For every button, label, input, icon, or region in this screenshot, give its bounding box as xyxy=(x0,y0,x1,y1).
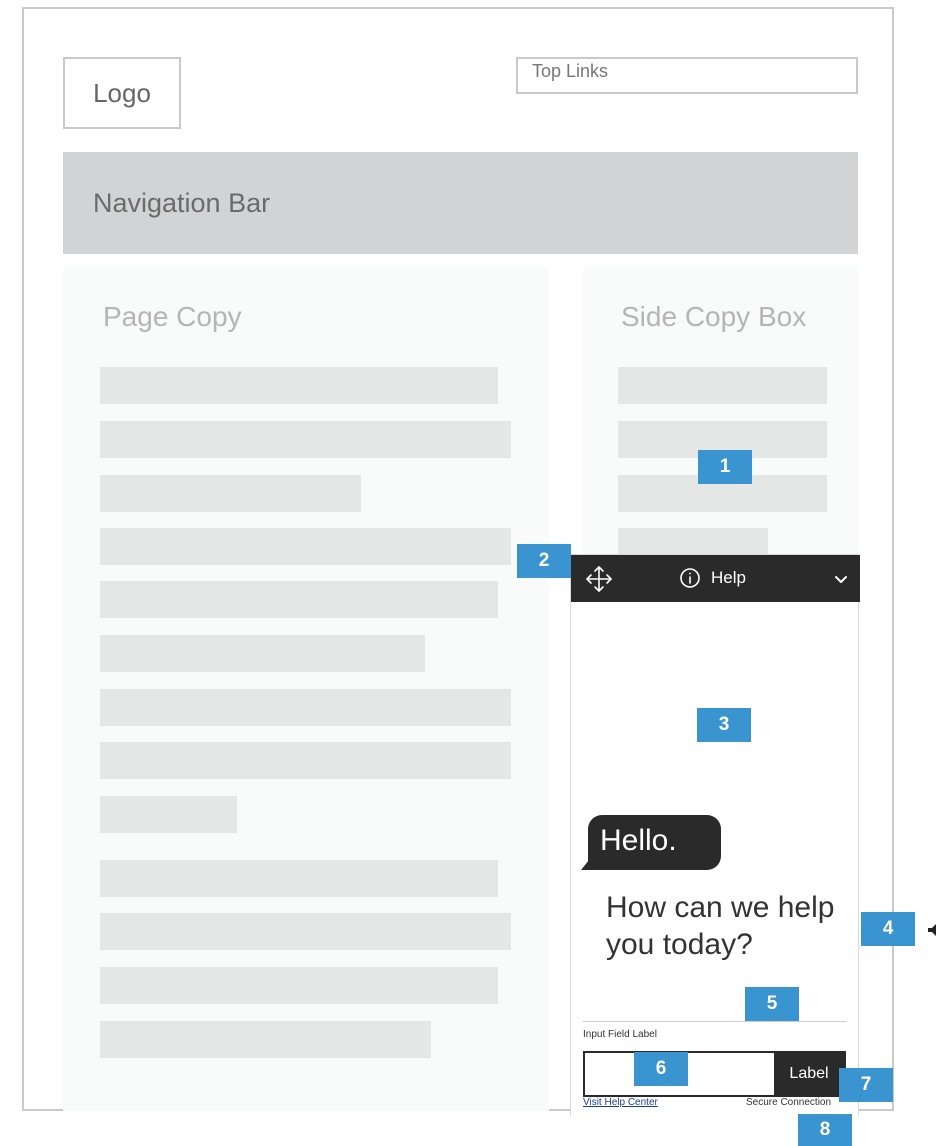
help-title-label: Help xyxy=(711,568,746,587)
copy-line xyxy=(100,796,237,833)
top-links[interactable]: Top Links xyxy=(516,57,858,94)
arrow-left-icon xyxy=(928,924,936,936)
copy-line xyxy=(100,367,498,404)
callout-7: 7 xyxy=(839,1068,893,1102)
copy-line xyxy=(100,913,511,950)
info-icon xyxy=(680,568,700,588)
chat-input-group: Label xyxy=(583,1051,846,1097)
visit-help-center-link[interactable]: Visit Help Center xyxy=(583,1097,658,1108)
copy-line xyxy=(100,742,511,779)
page-copy-title: Page Copy xyxy=(103,301,242,332)
widget-header: Help xyxy=(571,555,860,602)
copy-line xyxy=(100,421,511,458)
help-title: Help xyxy=(679,567,746,589)
callout-4: 4 xyxy=(861,912,915,946)
copy-line xyxy=(100,581,498,618)
bubble-tail xyxy=(581,855,593,870)
callout-1: 1 xyxy=(698,450,752,484)
send-button[interactable]: Label xyxy=(774,1053,844,1095)
logo[interactable]: Logo xyxy=(63,57,181,129)
callout-3: 3 xyxy=(697,708,751,742)
page-copy: Page Copy xyxy=(63,267,549,1111)
copy-line xyxy=(100,860,498,897)
side-copy-title: Side Copy Box xyxy=(621,301,807,332)
callout-5: 5 xyxy=(745,987,799,1021)
navigation-bar[interactable]: Navigation Bar xyxy=(63,152,858,254)
copy-line xyxy=(100,1021,431,1058)
input-field-label: Input Field Label xyxy=(583,1029,657,1040)
callout-2: 2 xyxy=(517,544,571,578)
greeting-bubble: Hello. xyxy=(588,815,721,870)
secure-connection-text: Secure Connection xyxy=(746,1097,832,1108)
prompt-message: How can we help you today? xyxy=(606,891,835,961)
chevron-down-icon[interactable] xyxy=(833,571,849,587)
move-icon[interactable] xyxy=(585,565,613,593)
callout-8: 8 xyxy=(798,1114,852,1146)
copy-line xyxy=(100,689,511,726)
copy-line xyxy=(100,528,511,565)
copy-line xyxy=(100,967,498,1004)
copy-line xyxy=(100,635,425,672)
help-chat-widget: Help Hello. How can we help you today? I… xyxy=(570,554,860,1116)
side-copy-line xyxy=(618,367,827,404)
copy-line xyxy=(100,475,361,512)
callout-6: 6 xyxy=(634,1052,688,1086)
divider xyxy=(583,1021,847,1022)
